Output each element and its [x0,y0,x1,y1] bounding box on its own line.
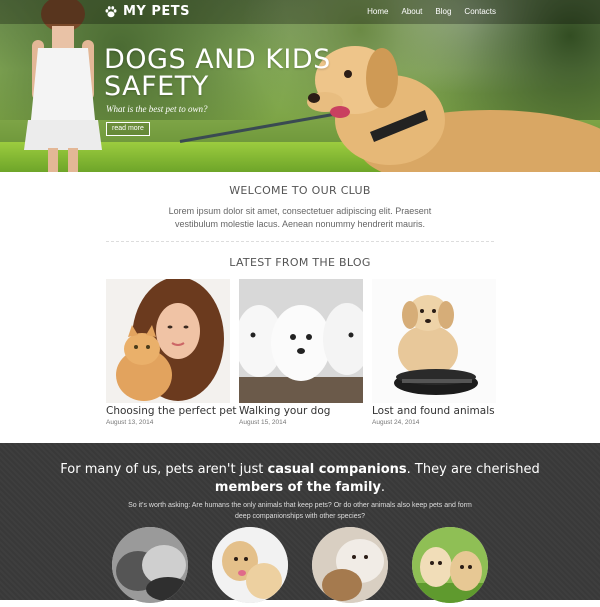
gallery-dog-and-cat-image[interactable] [312,527,388,603]
blog-post-title[interactable]: Choosing the perfect pet [106,405,237,417]
woman-with-cat-image[interactable] [106,279,230,403]
featured-quote: For many of us, pets aren't just casual … [60,461,540,497]
blog-post-date: August 13, 2014 [106,419,154,426]
hero-title-line1: DOGS AND KIDS [104,44,331,75]
pet-gallery [112,527,492,607]
read-more-button[interactable]: read more [106,122,150,136]
puppy-with-bowl-image[interactable] [372,279,496,403]
blog-post-card[interactable]: Walking your dog August 15, 2014 [239,279,363,426]
paw-icon [105,5,117,17]
quote-part-3: . [380,480,386,495]
blog-posts: Choosing the perfect pet August 13, 2014… [106,279,496,429]
blog-post-date: August 24, 2014 [372,419,420,426]
gallery-cats-image[interactable] [112,527,188,603]
blog-post-card[interactable]: Choosing the perfect pet August 13, 2014 [106,279,237,426]
quote-bold-1: casual companions [267,462,407,477]
quote-part-1: For many of us, pets aren't just [60,462,268,477]
hero-banner: MY PETS Home About Blog Contacts DOGS AN… [0,0,600,172]
hero-subtitle: What is the best pet to own? [106,104,208,114]
blog-heading: LATEST FROM THE BLOG [229,256,371,269]
nav-blog[interactable]: Blog [435,7,451,16]
hero-title-line2: SAFETY [104,71,209,102]
nav-contacts[interactable]: Contacts [464,7,496,16]
top-navigation-bar [0,0,600,24]
nav-about[interactable]: About [402,7,423,16]
blog-post-card[interactable]: Lost and found animals August 24, 2014 [372,279,496,426]
golden-retriever-illustration [307,46,600,172]
site-logo[interactable]: MY PETS [104,4,190,19]
site-name: MY PETS [123,4,191,19]
quote-bold-2: members of the family [214,480,381,495]
blog-post-date: August 15, 2014 [239,419,287,426]
hero-title: DOGS AND KIDS SAFETY [104,46,331,100]
main-nav: Home About Blog Contacts [354,7,496,16]
child-illustration [24,0,102,172]
welcome-heading: WELCOME TO OUR CLUB [229,184,371,197]
gallery-puppies-image[interactable] [212,527,288,603]
welcome-text: Lorem ipsum dolor sit amet, consectetuer… [168,206,432,229]
gallery-puppies-grass-image[interactable] [412,527,488,603]
blog-post-title[interactable]: Lost and found animals [372,405,496,417]
white-puppies-image[interactable] [239,279,363,403]
section-divider [106,241,494,242]
blog-post-title[interactable]: Walking your dog [239,405,363,417]
quote-part-2: . They are cherished [406,462,540,477]
quote-subtext: So it's worth asking: Are humans the onl… [128,502,472,520]
testimonial-section: For many of us, pets aren't just casual … [0,443,600,603]
nav-home[interactable]: Home [367,7,388,16]
